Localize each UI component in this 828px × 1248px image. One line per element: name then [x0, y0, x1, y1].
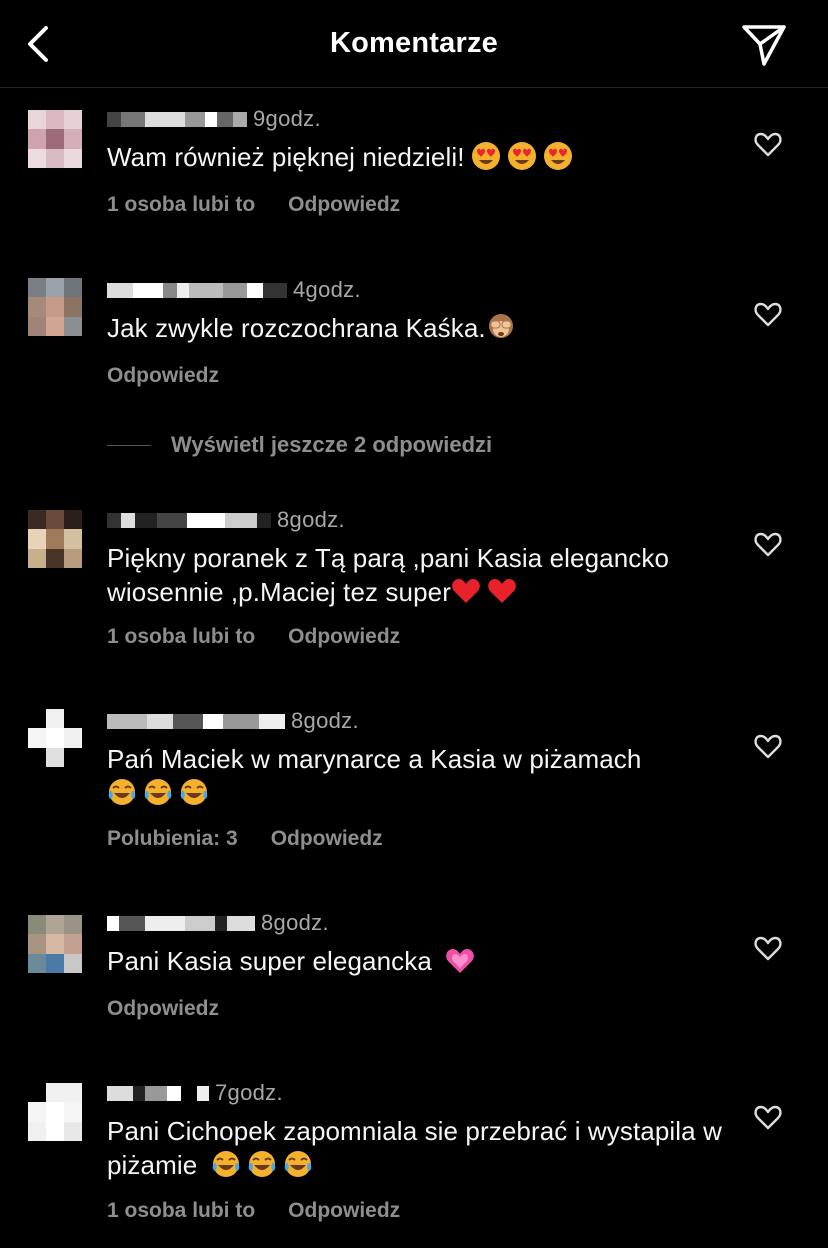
reply-button[interactable]: Odpowiedz: [107, 364, 219, 388]
red-heart-emoji: [487, 576, 517, 606]
username-redacted[interactable]: [107, 108, 247, 130]
comment-body: Pań Maciek w marynarce a Kasia w piżamac…: [107, 744, 642, 774]
comment-body: Wam również pięknej niedzieli!: [107, 142, 465, 172]
comment-body: Piękny poranek z Tą parą ,pani Kasia ele…: [107, 543, 670, 607]
likes-count[interactable]: 1 osoba lubi to: [107, 193, 255, 217]
like-heart-icon[interactable]: [754, 301, 782, 327]
avatar[interactable]: [28, 709, 82, 767]
like-heart-icon[interactable]: [754, 935, 782, 961]
username-redacted[interactable]: [107, 710, 285, 732]
reply-button[interactable]: Odpowiedz: [288, 625, 400, 649]
avatar[interactable]: [28, 915, 82, 973]
username-redacted[interactable]: [107, 912, 255, 934]
comment-text: Pań Maciek w marynarce a Kasia w piżamac…: [107, 742, 747, 810]
tears-of-joy-emoji: [247, 1149, 277, 1179]
heart-eyes-emoji: [471, 141, 501, 171]
header-bar: Komentarze: [0, 0, 828, 88]
tears-of-joy-emoji: [107, 777, 137, 807]
likes-count[interactable]: Polubienia: 3: [107, 827, 238, 851]
comment-text: Pani Cichopek zapomniala sie przebrać i …: [107, 1114, 747, 1182]
comment-text: Wam również pięknej niedzieli!: [107, 140, 747, 174]
likes-count[interactable]: 1 osoba lubi to: [107, 1199, 255, 1223]
comment-text: Piękny poranek z Tą parą ,pani Kasia ele…: [107, 541, 747, 609]
comment-timestamp: 8godz.: [261, 910, 329, 935]
comment-text: Pani Kasia super elegancka: [107, 944, 747, 978]
username-redacted[interactable]: [107, 279, 287, 301]
heart-eyes-emoji: [507, 141, 537, 171]
avatar[interactable]: [28, 1083, 82, 1141]
red-heart-emoji: [451, 576, 481, 606]
see-no-evil-monkey-emoji: [486, 312, 516, 342]
like-heart-icon[interactable]: [754, 733, 782, 759]
comment-body: Pani Cichopek zapomniala sie przebrać i …: [107, 1116, 722, 1180]
comment-body: Pani Kasia super elegancka: [107, 946, 440, 976]
avatar[interactable]: [28, 278, 82, 336]
tears-of-joy-emoji: [283, 1149, 313, 1179]
reply-button[interactable]: Odpowiedz: [271, 827, 383, 851]
comment-body: Jak zwykle rozczochrana Kaśka.: [107, 313, 486, 343]
comment-timestamp: 8godz.: [291, 708, 359, 733]
likes-count[interactable]: 1 osoba lubi to: [107, 625, 255, 649]
username-redacted[interactable]: [107, 1082, 209, 1104]
avatar[interactable]: [28, 510, 82, 568]
comment-timestamp: 7godz.: [215, 1080, 283, 1105]
like-heart-icon[interactable]: [754, 531, 782, 557]
share-button[interactable]: [740, 22, 788, 68]
like-heart-icon[interactable]: [754, 131, 782, 157]
tears-of-joy-emoji: [211, 1149, 241, 1179]
tears-of-joy-emoji: [179, 777, 209, 807]
replies-divider-line: [107, 444, 151, 446]
comment-text: Jak zwykle rozczochrana Kaśka.: [107, 311, 747, 345]
username-redacted[interactable]: [107, 509, 271, 531]
comment-timestamp: 9godz.: [253, 106, 321, 131]
like-heart-icon[interactable]: [754, 1104, 782, 1130]
comment-timestamp: 4godz.: [293, 277, 361, 302]
view-more-replies-label: Wyświetl jeszcze 2 odpowiedzi: [171, 432, 493, 457]
reply-button[interactable]: Odpowiedz: [288, 193, 400, 217]
reply-button[interactable]: Odpowiedz: [107, 997, 219, 1021]
view-more-replies-button[interactable]: Wyświetl jeszcze 2 odpowiedzi: [107, 432, 492, 458]
comment-timestamp: 8godz.: [277, 507, 345, 532]
tears-of-joy-emoji: [143, 777, 173, 807]
page-title: Komentarze: [330, 27, 498, 59]
growing-heart-emoji: [445, 945, 475, 975]
avatar[interactable]: [28, 110, 82, 168]
paper-plane-icon: [742, 25, 786, 66]
reply-button[interactable]: Odpowiedz: [288, 1199, 400, 1223]
heart-eyes-emoji: [543, 141, 573, 171]
